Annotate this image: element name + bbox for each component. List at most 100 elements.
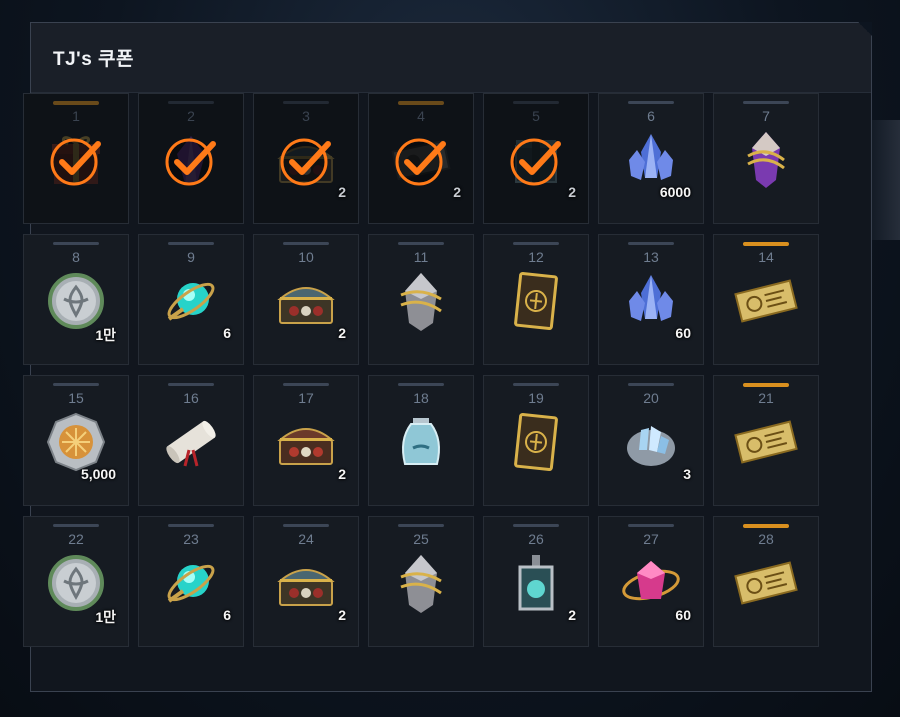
day-number: 26 [528, 531, 544, 547]
day-number: 5 [532, 108, 540, 124]
card-icon [514, 271, 558, 331]
day-number: 17 [298, 390, 314, 406]
day-bar [53, 242, 99, 245]
day-number: 20 [643, 390, 659, 406]
day-bar [513, 101, 559, 104]
reward-cell[interactable]: 20 3 [598, 375, 704, 506]
day-number: 14 [758, 249, 774, 265]
day-number: 18 [413, 390, 429, 406]
highlight-bar [743, 242, 789, 246]
red-chest-icon [277, 428, 335, 465]
item-quantity: 2 [338, 466, 346, 482]
reward-cell[interactable]: 32 [253, 93, 359, 224]
item-quantity: 6 [223, 607, 231, 623]
treasure-chest-icon [277, 569, 335, 606]
day-number: 19 [528, 390, 544, 406]
panel-title: TJ's 쿠폰 [53, 49, 134, 70]
day-number: 22 [68, 531, 84, 547]
blue-crystal-icon [629, 134, 673, 180]
day-bar [513, 524, 559, 527]
item-quantity: 60 [675, 325, 691, 341]
item-quantity: 2 [338, 607, 346, 623]
item-quantity: 1만 [95, 327, 116, 343]
day-number: 12 [528, 249, 544, 265]
reward-cell[interactable]: 13 60 [598, 234, 704, 365]
day-bar [513, 383, 559, 386]
reward-cell[interactable]: 96 [138, 234, 244, 365]
reward-cell[interactable]: 26 2 [483, 516, 589, 647]
reward-cell[interactable]: 15 5,000 [23, 375, 129, 506]
day-bar [398, 524, 444, 527]
reward-cell[interactable]: 27 60 [598, 516, 704, 647]
reward-cell[interactable]: 16 [138, 375, 244, 506]
panel-header: TJ's 쿠폰 [31, 23, 871, 93]
cyan-orb-icon [167, 564, 215, 603]
reward-cell[interactable]: 19 [483, 375, 589, 506]
item-quantity: 2 [338, 184, 346, 200]
day-number: 28 [758, 531, 774, 547]
reward-cell[interactable]: 11 [368, 234, 474, 365]
day-number: 2 [187, 108, 195, 124]
day-number: 24 [298, 531, 314, 547]
day-number: 23 [183, 531, 199, 547]
highlight-bar [53, 101, 99, 105]
day-bar [628, 242, 674, 245]
reward-cell[interactable]: 42 [368, 93, 474, 224]
claimed-check-icon [165, 138, 216, 186]
item-quantity: 2 [568, 607, 576, 623]
reward-cell[interactable]: 8 1만 [23, 234, 129, 365]
item-quantity: 6000 [659, 184, 691, 200]
day-number: 9 [187, 249, 195, 265]
claimed-check-icon [395, 138, 446, 186]
day-number: 16 [183, 390, 199, 406]
reward-cell[interactable]: 17 2 [253, 375, 359, 506]
reward-cell[interactable]: 6 6000 [598, 93, 704, 224]
reward-cell[interactable]: 21 [713, 375, 819, 506]
item-quantity: 3 [683, 466, 691, 482]
scroll-icon [166, 420, 216, 467]
blue-crystal-icon [629, 275, 673, 321]
day-bar [168, 383, 214, 386]
reward-cell[interactable]: 28 [713, 516, 819, 647]
purple-gem-icon [747, 132, 785, 188]
day-bar [283, 101, 329, 104]
reward-cell[interactable]: 52 [483, 93, 589, 224]
potion-jar-icon [402, 418, 440, 465]
day-bar [283, 524, 329, 527]
silver-coin-icon [48, 273, 104, 329]
day-bar [398, 242, 444, 245]
reward-cell[interactable]: 1 [23, 93, 129, 224]
day-number: 3 [302, 108, 310, 124]
day-number: 15 [68, 390, 84, 406]
reward-cell[interactable]: 25 [368, 516, 474, 647]
day-number: 27 [643, 531, 659, 547]
reward-cell[interactable]: 10 2 [253, 234, 359, 365]
reward-cell[interactable]: 7 [713, 93, 819, 224]
gold-ticket-icon [734, 279, 798, 323]
reward-cell[interactable]: 18 [368, 375, 474, 506]
item-quantity: 1만 [95, 609, 116, 625]
highlight-bar [743, 524, 789, 528]
day-bar [628, 383, 674, 386]
day-bar [628, 524, 674, 527]
card-icon [514, 412, 558, 472]
crystal-ore-icon [627, 426, 675, 466]
claimed-check-icon [280, 138, 331, 186]
cyan-orb-icon [167, 282, 215, 321]
day-bar [283, 383, 329, 386]
reward-cell[interactable]: 24 2 [253, 516, 359, 647]
reward-cell[interactable]: 2 [138, 93, 244, 224]
reward-cell[interactable]: 14 [713, 234, 819, 365]
item-quantity: 5,000 [80, 466, 116, 482]
day-number: 25 [413, 531, 429, 547]
day-bar [628, 101, 674, 104]
gold-ticket-icon [734, 420, 798, 464]
silver-coin-icon [48, 555, 104, 611]
day-bar [513, 242, 559, 245]
reward-cell[interactable]: 22 1만 [23, 516, 129, 647]
item-quantity: 60 [675, 607, 691, 623]
day-number: 10 [298, 249, 314, 265]
reward-cell[interactable]: 23 6 [138, 516, 244, 647]
reward-cell[interactable]: 12 [483, 234, 589, 365]
potion-bottle-icon [518, 555, 554, 611]
